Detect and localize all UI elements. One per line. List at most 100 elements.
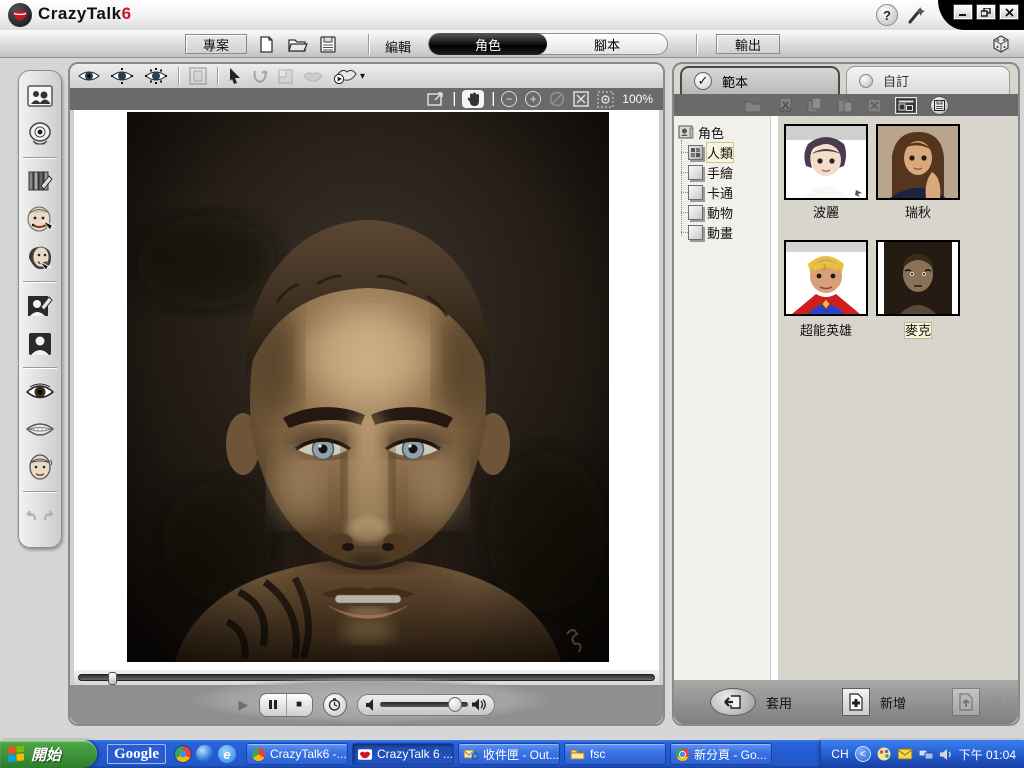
undo-button[interactable] — [23, 499, 39, 533]
minimize-button[interactable] — [953, 4, 973, 20]
taskbar-window-1[interactable]: CrazyTalk6 -... — [246, 743, 348, 765]
overwrite-button[interactable] — [952, 688, 981, 716]
tab-character[interactable]: 角色 — [429, 33, 547, 55]
background-tool[interactable] — [278, 69, 293, 84]
mail-tray-icon[interactable] — [897, 748, 913, 760]
chrome-quicklaunch-icon[interactable] — [174, 745, 192, 763]
select-cursor-tool[interactable] — [228, 68, 242, 84]
thumbnail-mike[interactable] — [876, 240, 960, 316]
tree-item-human[interactable]: 人類 — [681, 141, 770, 163]
taskbar-window-2[interactable]: CrazyTalk 6 ... — [352, 743, 454, 765]
tree-scrollbar[interactable] — [770, 116, 778, 684]
new-project-button[interactable] — [258, 36, 275, 53]
canvas-toolbar-zoom: − + 100% — [70, 88, 663, 110]
taskbar-window-5[interactable]: 新分頁 - Go... — [670, 743, 772, 765]
image-processing-button[interactable] — [23, 165, 57, 199]
resize-window-tool[interactable] — [427, 91, 445, 107]
tree-item-animation[interactable]: 動畫 — [681, 222, 770, 242]
library-view-button[interactable] — [894, 96, 917, 114]
edit-mode-label[interactable]: 編輯 — [385, 37, 411, 56]
clock[interactable]: 下午 01:04 — [959, 746, 1016, 763]
color-settings-tray-icon[interactable] — [877, 747, 892, 761]
portrait-photo[interactable] — [127, 112, 609, 662]
zoom-out-button[interactable]: − — [501, 91, 518, 107]
library-body: 角色 人類 手繪 卡通 動物 動畫 波麗 瑞秋 超能英雄 麥克 — [674, 116, 1018, 684]
open-project-button[interactable] — [288, 37, 308, 52]
pause-button[interactable] — [259, 693, 286, 716]
taskbar-window-4[interactable]: fsc — [564, 743, 666, 765]
volume-tray-icon[interactable] — [939, 748, 953, 761]
character-profile-button[interactable] — [23, 327, 57, 361]
webcam-capture-button[interactable] — [23, 117, 57, 151]
tree-item-cartoon[interactable]: 卡通 — [681, 182, 770, 202]
zoom-region-button[interactable] — [597, 91, 614, 108]
language-indicator[interactable]: CH — [831, 747, 848, 761]
import-image-button[interactable] — [23, 79, 57, 113]
thumbnail-label-polly[interactable]: 波麗 — [784, 202, 868, 221]
fit-view-button[interactable] — [573, 91, 590, 107]
library-delete-button[interactable] — [867, 98, 882, 113]
restore-button[interactable] — [976, 4, 996, 20]
start-button[interactable]: 開始 — [0, 740, 97, 768]
timeline-thumb[interactable] — [107, 672, 117, 685]
close-button[interactable] — [999, 4, 1019, 20]
tab-script[interactable]: 腳本 — [547, 33, 667, 55]
app-logo-lips-icon — [8, 3, 32, 27]
library-open-button[interactable] — [744, 97, 764, 113]
ie-quicklaunch-icon[interactable]: e — [218, 745, 236, 763]
help-button[interactable]: ? — [876, 4, 898, 26]
project-button[interactable]: 專案 — [185, 34, 247, 54]
lipsync-play-tool[interactable]: ▾ — [333, 68, 365, 84]
library-cut-button[interactable] — [778, 97, 793, 113]
output-button[interactable]: 輸出 — [716, 34, 780, 54]
head-settings-button[interactable] — [23, 451, 57, 485]
library-copy-button[interactable] — [807, 97, 823, 113]
thumbnail-label-superhero[interactable]: 超能英雄 — [784, 320, 868, 339]
library-paste-button[interactable] — [837, 97, 853, 113]
tray-collapse-button[interactable]: < — [854, 746, 871, 762]
tab-custom[interactable]: 自訂 — [846, 66, 1010, 94]
volume-knob[interactable] — [447, 697, 462, 712]
rotate-tool[interactable] — [252, 68, 268, 84]
play-button[interactable]: ▶ — [239, 697, 249, 713]
frame-preview-tool[interactable] — [189, 67, 207, 85]
eye-open-tool[interactable] — [78, 69, 100, 83]
tree-item-animal[interactable]: 動物 — [681, 202, 770, 222]
timer-button[interactable] — [322, 692, 347, 717]
zoom-disabled-button[interactable] — [549, 91, 565, 107]
eye-detail-points-tool[interactable] — [144, 68, 168, 84]
save-project-button[interactable] — [320, 36, 336, 53]
taskbar-window-3[interactable]: 收件匣 - Out... — [458, 743, 560, 765]
zoom-in-button[interactable]: + — [525, 91, 542, 107]
apply-label: 套用 — [766, 695, 793, 711]
tree-item-sketch[interactable]: 手繪 — [681, 162, 770, 182]
canvas-panel: ▾ − + 100% ▶ ■ — [68, 62, 665, 726]
library-save-button[interactable] — [929, 95, 949, 115]
eye-points-tool[interactable] — [110, 68, 134, 84]
volume-track[interactable] — [379, 697, 468, 712]
tab-template[interactable]: ✓ 範本 — [680, 66, 840, 94]
media-player-quicklaunch-icon[interactable] — [196, 745, 214, 763]
thumbnail-label-rachel[interactable]: 瑞秋 — [876, 202, 960, 221]
stop-button[interactable]: ■ — [285, 693, 312, 716]
lips-preview-tool[interactable] — [303, 71, 323, 82]
preference-wand-button[interactable] — [905, 3, 929, 27]
edit-character-button[interactable] — [23, 289, 57, 323]
thumbnail-polly[interactable] — [784, 124, 868, 200]
fitting-points-button[interactable] — [23, 203, 57, 237]
apply-button[interactable] — [710, 688, 756, 716]
add-button[interactable] — [842, 688, 871, 716]
mask-edit-button[interactable] — [23, 241, 57, 275]
tree-root-item[interactable]: 角色 — [678, 122, 770, 142]
network-tray-icon[interactable] — [918, 748, 934, 761]
dice-random-button[interactable] — [990, 33, 1012, 55]
thumbnail-rachel[interactable] — [876, 124, 960, 200]
redo-button[interactable] — [41, 499, 57, 533]
mouth-settings-button[interactable] — [23, 413, 57, 447]
thumbnail-superhero[interactable] — [784, 240, 868, 316]
thumbnail-label-mike[interactable]: 麥克 — [876, 320, 960, 339]
eye-settings-button[interactable] — [23, 375, 57, 409]
google-quicklaunch[interactable]: Google — [107, 744, 166, 764]
pan-hand-tool[interactable] — [462, 90, 485, 108]
canvas-workspace[interactable] — [74, 110, 659, 670]
